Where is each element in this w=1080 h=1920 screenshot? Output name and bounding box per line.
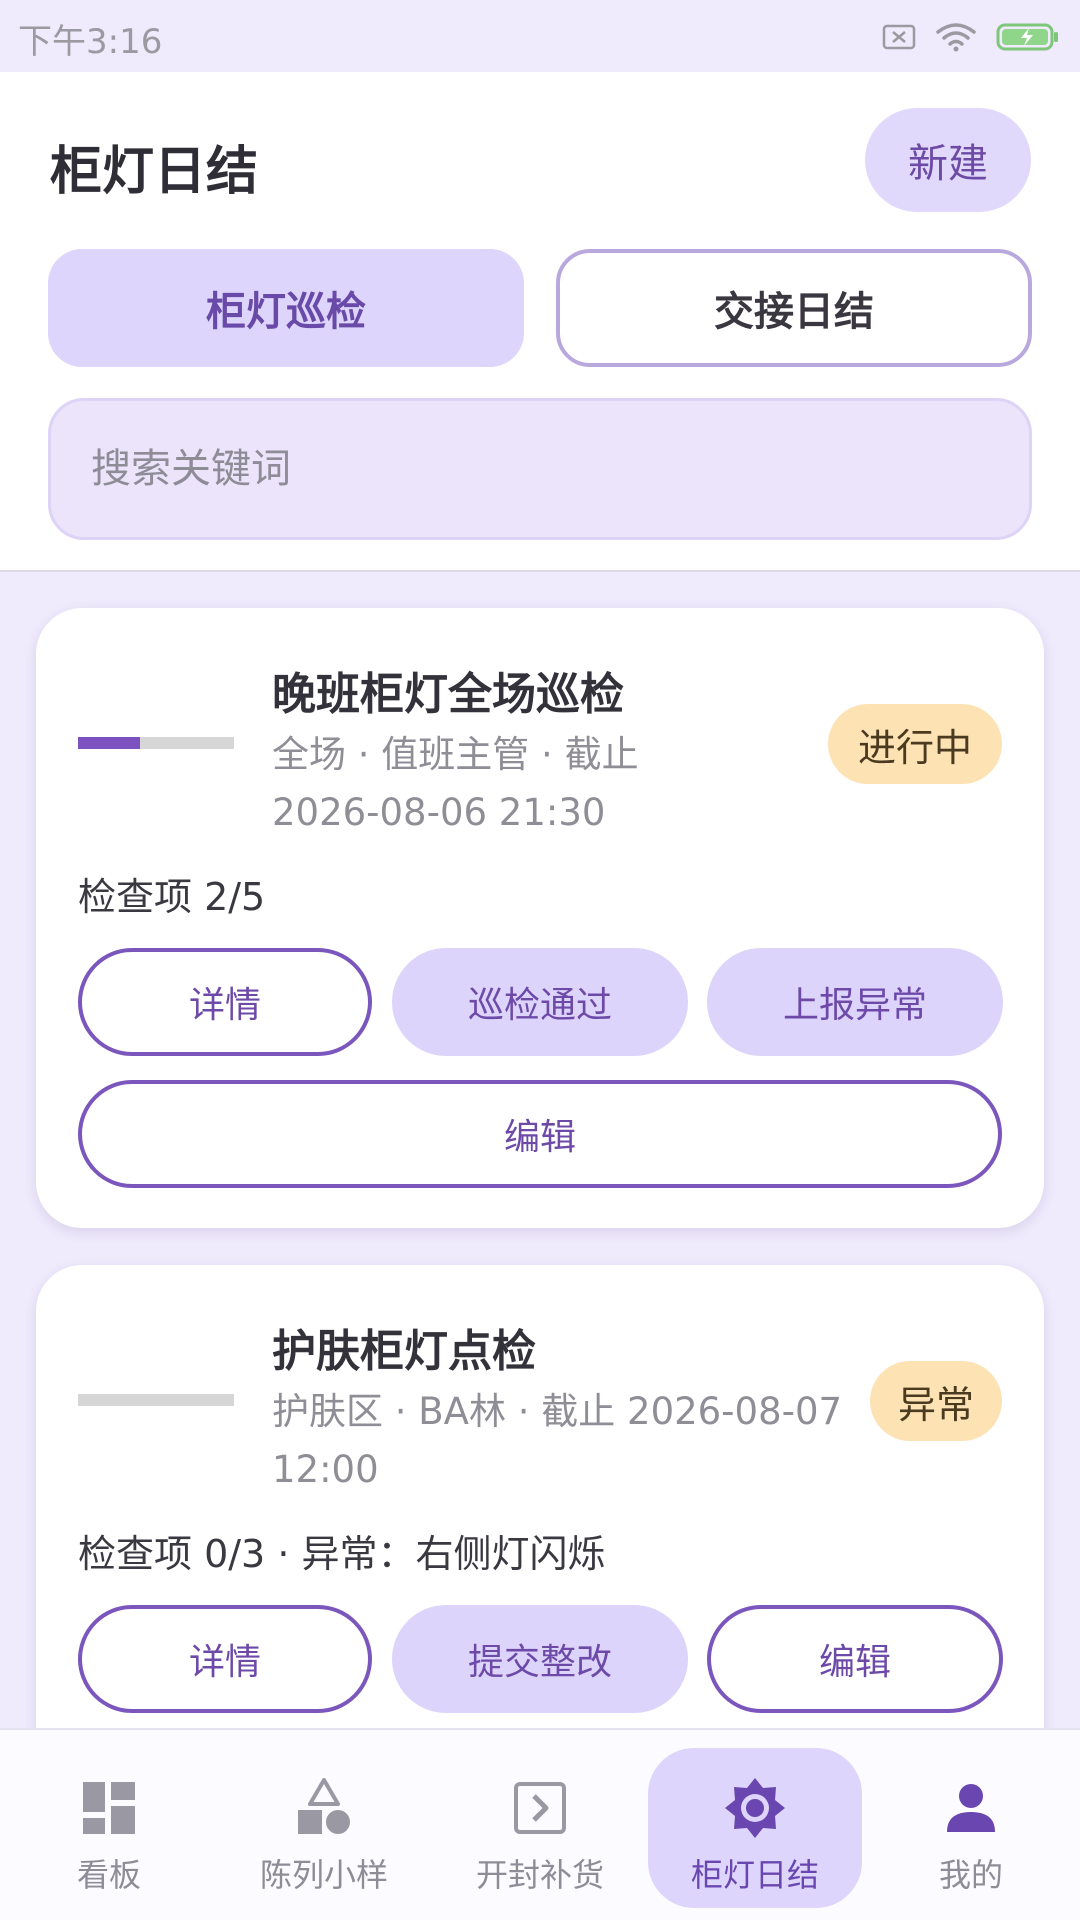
progress-fill [78,737,141,749]
header: 柜灯日结 新建 柜灯巡检 交接日结 [0,72,1080,572]
tab-cabinet-light-patrol[interactable]: 柜灯巡检 [48,249,524,367]
page-title: 柜灯日结 [50,142,259,202]
details-button[interactable]: 详情 [78,1605,372,1713]
details-button[interactable]: 详情 [78,948,372,1056]
nav-item-mine[interactable]: 我的 [864,1748,1078,1908]
nav-item-open-restock[interactable]: 开封补货 [433,1748,647,1908]
card-title: 护肤柜灯点检 [272,1326,536,1377]
nav-label: 我的 [938,1856,1003,1894]
progress-bar [78,1394,234,1406]
open-box-icon [508,1776,572,1840]
card-meta-line1: 全场 · 值班主管 · 截止 [272,733,639,776]
bottom-nav: 看板 陈列小样 开封补货 柜灯日结 我的 [0,1728,1080,1920]
progress-bar [78,737,234,749]
status-badge: 异常 [870,1361,1002,1441]
card-meta-line2: 2026-08-06 21:30 [272,791,606,834]
nav-item-dashboard[interactable]: 看板 [2,1748,216,1908]
nav-label: 开封补货 [475,1856,604,1894]
nav-label: 看板 [76,1856,141,1894]
card-check-info: 检查项 2/5 [78,875,266,919]
submit-rectification-button[interactable]: 提交整改 [392,1605,688,1713]
status-bar: 下午3:16 [0,0,1080,72]
shapes-icon [292,1776,356,1840]
card-title: 晚班柜灯全场巡检 [272,669,624,720]
light-sun-icon [723,1776,787,1840]
search-input[interactable] [51,401,1029,537]
edit-button[interactable]: 编辑 [707,1605,1003,1713]
status-badge: 进行中 [828,704,1002,784]
card-check-info: 检查项 0/3 · 异常：右侧灯闪烁 [78,1532,606,1576]
pass-inspection-button[interactable]: 巡检通过 [392,948,688,1056]
status-icons [882,20,1060,54]
task-card: 晚班柜灯全场巡检 全场 · 值班主管 · 截止 2026-08-06 21:30… [36,608,1044,1228]
tab-handover-daily[interactable]: 交接日结 [556,249,1032,367]
card-meta-line1: 护肤区 · BA林 · 截止 2026-08-07 [272,1390,843,1433]
sim-none-icon [882,24,916,50]
screen: 下午3:16 柜灯日结 新建 柜灯巡检 交接日结 搜索关键词 晚班柜灯全场巡检 … [0,0,1080,1920]
person-icon [939,1776,1003,1840]
nav-label: 柜灯日结 [690,1856,819,1894]
report-exception-button[interactable]: 上报异常 [707,948,1003,1056]
edit-button[interactable]: 编辑 [78,1080,1002,1188]
nav-item-display-samples[interactable]: 陈列小样 [217,1748,431,1908]
status-time: 下午3:16 [18,22,163,62]
dashboard-icon [77,1776,141,1840]
nav-item-cabinet-light-daily[interactable]: 柜灯日结 [648,1748,862,1908]
new-button[interactable]: 新建 [865,108,1031,212]
nav-label: 陈列小样 [259,1856,388,1894]
search-box[interactable] [48,398,1032,540]
battery-charging-icon [996,22,1060,52]
card-meta-line2: 12:00 [272,1448,379,1491]
wifi-icon [936,22,976,52]
